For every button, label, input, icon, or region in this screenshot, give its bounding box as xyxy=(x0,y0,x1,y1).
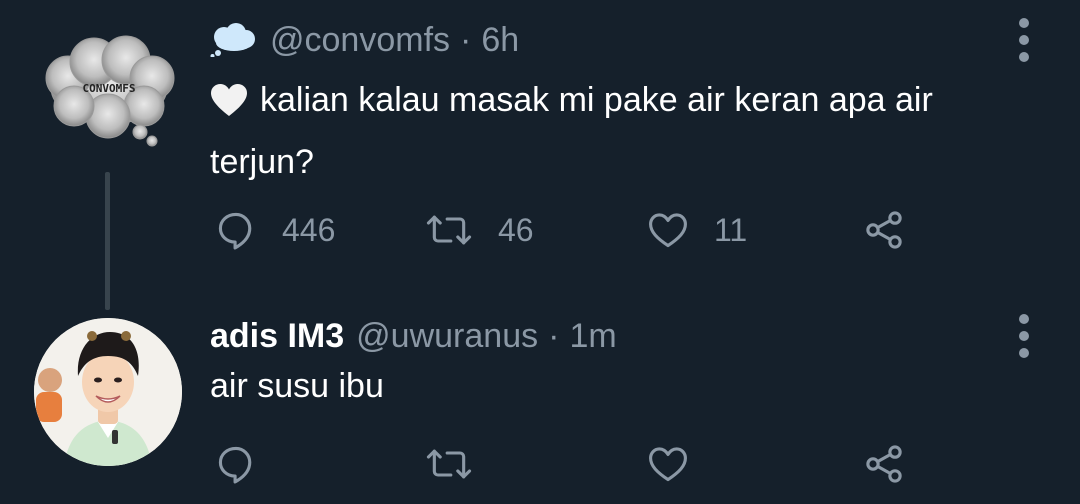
retweet-icon xyxy=(426,449,472,479)
share-icon xyxy=(866,211,902,249)
tweet-text-content: kalian kalau masak mi pake air keran apa… xyxy=(210,81,933,181)
tweet-actions xyxy=(210,440,930,488)
like-icon xyxy=(649,447,687,482)
tweet-timestamp[interactable]: 6h xyxy=(481,21,519,60)
reply-count: 446 xyxy=(282,211,336,248)
avatar-uwuranus[interactable] xyxy=(34,318,182,466)
separator-dot: · xyxy=(548,316,560,355)
cloud-emoji-icon xyxy=(210,23,256,57)
share-button[interactable] xyxy=(862,206,906,254)
profile-photo-image xyxy=(34,318,182,466)
avatar-convomfs[interactable]: CONVOMFS xyxy=(34,30,184,150)
tweet-header: adis IM3 @uwuranus · 1m xyxy=(210,314,617,358)
like-button[interactable] xyxy=(646,440,714,488)
tweet-header: @convomfs · 6h xyxy=(210,18,519,62)
retweet-button[interactable] xyxy=(424,440,498,488)
like-icon xyxy=(649,213,687,248)
tweet-original[interactable]: CONVOMFS @convomfs · 6h kalian kalau mas… xyxy=(0,0,1080,310)
reply-icon xyxy=(218,446,252,484)
tweet-text: kalian kalau masak mi pake air keran apa… xyxy=(210,72,1030,190)
retweet-icon xyxy=(426,215,472,245)
separator-dot: · xyxy=(460,20,472,59)
avatar-cloud-label: CONVOMFS xyxy=(83,82,136,95)
more-options-icon[interactable] xyxy=(1012,314,1036,358)
tweet-text: air susu ibu xyxy=(210,358,1030,414)
cloud-avatar-image: CONVOMFS xyxy=(45,35,175,147)
white-heart-emoji-icon xyxy=(210,78,248,134)
thread-connector-line xyxy=(105,172,110,310)
reply-button[interactable]: 446 xyxy=(214,206,335,254)
like-count: 11 xyxy=(714,211,748,248)
share-icon xyxy=(866,445,902,483)
reply-button[interactable] xyxy=(214,440,282,488)
share-button[interactable] xyxy=(862,440,906,488)
tweet-handle[interactable]: @convomfs xyxy=(270,21,450,60)
tweet-actions: 446 46 11 xyxy=(210,206,930,254)
tweet-handle[interactable]: @uwuranus xyxy=(356,317,538,356)
display-name[interactable]: adis IM3 xyxy=(210,317,344,356)
tweet-text-content: air susu ibu xyxy=(210,367,384,405)
tweet-timestamp[interactable]: 1m xyxy=(569,317,616,356)
tweet-reply[interactable]: adis IM3 @uwuranus · 1m air susu ibu xyxy=(0,300,1080,504)
retweet-button[interactable]: 46 xyxy=(424,206,534,254)
reply-icon xyxy=(218,212,252,250)
retweet-count: 46 xyxy=(498,211,534,248)
more-options-icon[interactable] xyxy=(1012,18,1036,62)
like-button[interactable]: 11 xyxy=(646,206,747,254)
